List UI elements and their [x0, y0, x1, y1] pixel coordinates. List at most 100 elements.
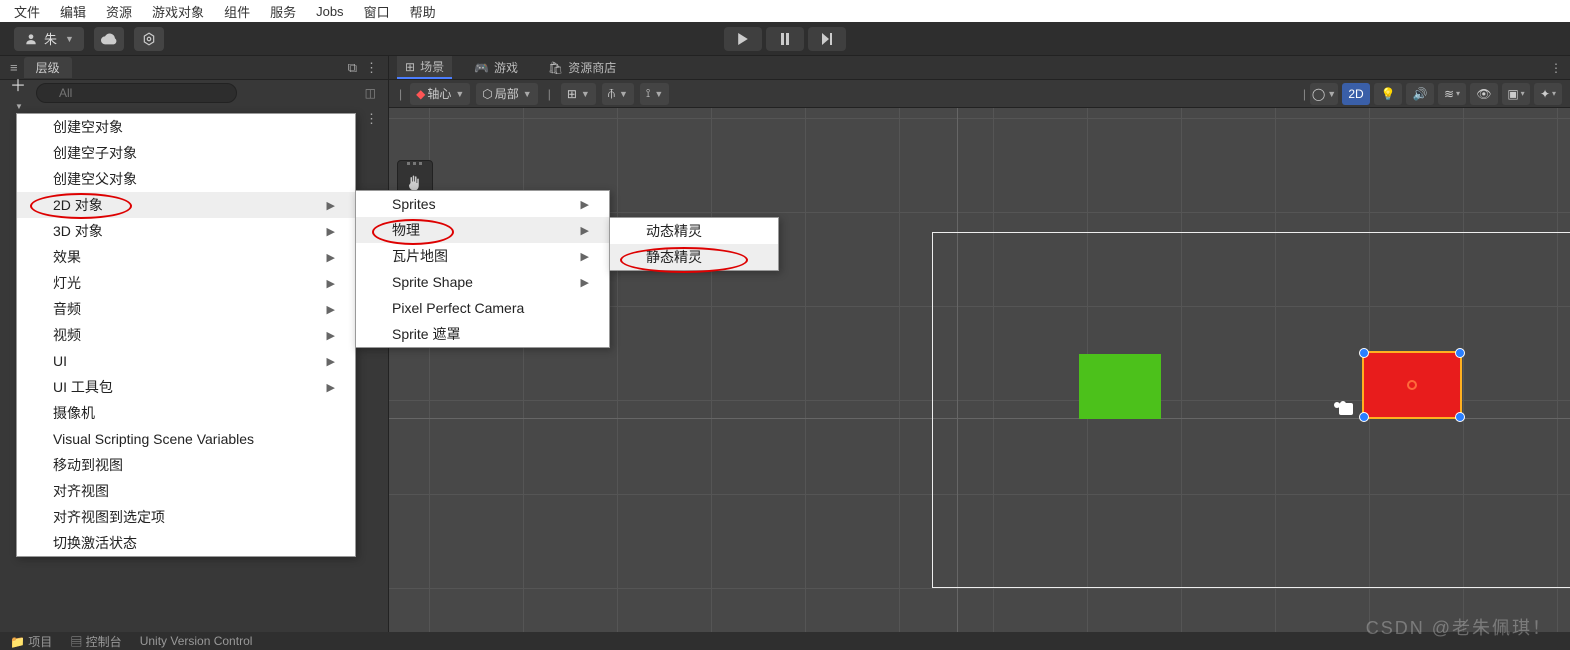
red-sprite-selected[interactable] — [1362, 351, 1462, 419]
chevron-right-icon: ▶ — [327, 277, 335, 290]
pivot-icon: ◆ — [416, 87, 425, 101]
resize-handle-br[interactable] — [1455, 412, 1465, 422]
step-button[interactable] — [808, 27, 846, 51]
menu-services[interactable]: 服务 — [270, 2, 296, 21]
audio-toggle[interactable]: 🔊 — [1406, 83, 1434, 105]
menu-item[interactable]: Visual Scripting Scene Variables — [17, 426, 355, 452]
panel-more-icon[interactable]: ⋮ — [365, 111, 378, 127]
chevron-right-icon: ▶ — [327, 381, 335, 394]
menu-item[interactable]: UI▶ — [17, 348, 355, 374]
chevron-right-icon: ▶ — [327, 303, 335, 316]
cloud-button[interactable] — [94, 27, 124, 51]
gizmo-icon: ✦ — [1540, 87, 1550, 101]
menu-item[interactable]: 视频▶ — [17, 322, 355, 348]
menu-item[interactable]: UI 工具包▶ — [17, 374, 355, 400]
fx-toggle[interactable]: ≋▾ — [1438, 83, 1466, 105]
snap-increment-dropdown[interactable]: ⫚▼ — [602, 83, 634, 105]
ruler-dropdown[interactable]: ⟟▼ — [640, 83, 669, 105]
menu-assets[interactable]: 资源 — [106, 2, 132, 21]
menu-item[interactable]: 音频▶ — [17, 296, 355, 322]
context-menu-create: 创建空对象创建空子对象创建空父对象2D 对象▶3D 对象▶效果▶灯光▶音频▶视频… — [16, 113, 356, 557]
pause-button[interactable] — [766, 27, 804, 51]
menu-item[interactable]: 物理▶ — [356, 217, 609, 243]
menu-item[interactable]: 效果▶ — [17, 244, 355, 270]
grid-snap-dropdown[interactable]: ⊞▼ — [561, 83, 596, 105]
tab-scene[interactable]: ⊞场景 — [397, 56, 452, 79]
menu-item[interactable]: 瓦片地图▶ — [356, 243, 609, 269]
resize-handle-tl[interactable] — [1359, 348, 1369, 358]
green-sprite[interactable] — [1079, 354, 1161, 419]
main-menubar: 文件 编辑 资源 游戏对象 组件 服务 Jobs 窗口 帮助 — [0, 0, 1570, 22]
menu-component[interactable]: 组件 — [224, 2, 250, 21]
menu-help[interactable]: 帮助 — [410, 2, 436, 21]
pivot-dropdown[interactable]: ◆轴心▼ — [410, 83, 470, 105]
menu-item[interactable]: 创建空对象 — [17, 114, 355, 140]
resize-handle-bl[interactable] — [1359, 412, 1369, 422]
menu-item[interactable]: Sprite Shape▶ — [356, 269, 609, 295]
console-tab[interactable]: ▤ 控制台 — [70, 633, 121, 650]
menu-item[interactable]: Sprites▶ — [356, 191, 609, 217]
menu-jobs[interactable]: Jobs — [316, 4, 343, 19]
menu-window[interactable]: 窗口 — [364, 2, 390, 21]
menu-item[interactable]: 创建空子对象 — [17, 140, 355, 166]
settings-button[interactable] — [134, 27, 164, 51]
scene-toolbar: | ◆轴心▼ ⬡局部▼ | ⊞▼ ⫚▼ ⟟▼ | ◯▼ 2D 💡 🔊 ≋▾ 👁 … — [389, 80, 1570, 108]
shading-dropdown[interactable]: ◯▼ — [1310, 83, 1338, 105]
panel-menu-icon[interactable]: ⋮ — [365, 60, 378, 76]
search-filter-icon[interactable]: ◫ — [365, 86, 376, 100]
menu-item[interactable]: 静态精灵 — [610, 244, 778, 270]
chevron-right-icon: ▶ — [581, 198, 589, 211]
camera-dropdown[interactable]: ▣▾ — [1502, 83, 1530, 105]
hierarchy-tab[interactable]: 层级 — [24, 57, 72, 78]
menu-item[interactable]: 动态精灵 — [610, 218, 778, 244]
menu-item[interactable]: 摄像机 — [17, 400, 355, 426]
speaker-icon: 🔊 — [1413, 87, 1428, 101]
account-button[interactable]: 朱 ▼ — [14, 27, 84, 51]
lighting-toggle[interactable]: 💡 — [1374, 83, 1402, 105]
hierarchy-search-input[interactable] — [36, 83, 237, 103]
camera-gizmo-icon[interactable] — [1333, 400, 1357, 418]
tab-asset-store[interactable]: 🛍资源商店 — [540, 57, 624, 78]
menu-item[interactable]: 创建空父对象 — [17, 166, 355, 192]
menu-item[interactable]: 移动到视图 — [17, 452, 355, 478]
detach-icon[interactable]: ⧉ — [348, 60, 357, 76]
store-icon: 🛍 — [548, 61, 563, 75]
menu-item[interactable]: 对齐视图 — [17, 478, 355, 504]
chevron-right-icon: ▶ — [581, 276, 589, 289]
2d-toggle[interactable]: 2D — [1342, 83, 1370, 105]
menu-item[interactable]: Pixel Perfect Camera — [356, 295, 609, 321]
drag-handle-icon[interactable] — [405, 162, 425, 166]
user-icon — [24, 32, 38, 46]
scene-tabs-menu-icon[interactable]: ⋮ — [1550, 61, 1562, 75]
camera-bounds — [932, 232, 1570, 588]
chevron-right-icon: ▶ — [327, 251, 335, 264]
ruler-icon: ⟟ — [646, 86, 650, 101]
grid-icon: ⊞ — [567, 87, 577, 101]
scene-grid-icon: ⊞ — [405, 60, 415, 74]
menu-edit[interactable]: 编辑 — [60, 2, 86, 21]
local-dropdown[interactable]: ⬡局部▼ — [476, 83, 537, 105]
folder-icon: 📁 — [10, 635, 25, 649]
resize-handle-tr[interactable] — [1455, 348, 1465, 358]
hierarchy-header: ≡ 层级 ⧉ ⋮ — [0, 56, 388, 80]
gizmos-dropdown[interactable]: ✦▾ — [1534, 83, 1562, 105]
play-button[interactable] — [724, 27, 762, 51]
tab-game[interactable]: 🎮游戏 — [466, 57, 526, 78]
gamepad-icon: 🎮 — [474, 61, 489, 75]
watermark-text: CSDN @老朱佩琪！ — [1366, 614, 1552, 640]
menu-file[interactable]: 文件 — [14, 2, 40, 21]
play-icon — [737, 33, 749, 45]
menu-item[interactable]: 3D 对象▶ — [17, 218, 355, 244]
play-controls — [724, 27, 846, 51]
uvc-tab[interactable]: Unity Version Control — [140, 634, 253, 648]
eye-off-icon: 👁 — [1476, 87, 1491, 101]
menu-item[interactable]: 对齐视图到选定项 — [17, 504, 355, 530]
bottom-bar: 📁 项目 ▤ 控制台 Unity Version Control — [0, 632, 1570, 650]
project-tab[interactable]: 📁 项目 — [10, 633, 52, 650]
menu-item[interactable]: 灯光▶ — [17, 270, 355, 296]
menu-gameobject[interactable]: 游戏对象 — [152, 2, 204, 21]
menu-item[interactable]: Sprite 遮罩 — [356, 321, 609, 347]
menu-item[interactable]: 2D 对象▶ — [17, 192, 355, 218]
menu-item[interactable]: 切换激活状态 — [17, 530, 355, 556]
hidden-toggle[interactable]: 👁 — [1470, 83, 1498, 105]
